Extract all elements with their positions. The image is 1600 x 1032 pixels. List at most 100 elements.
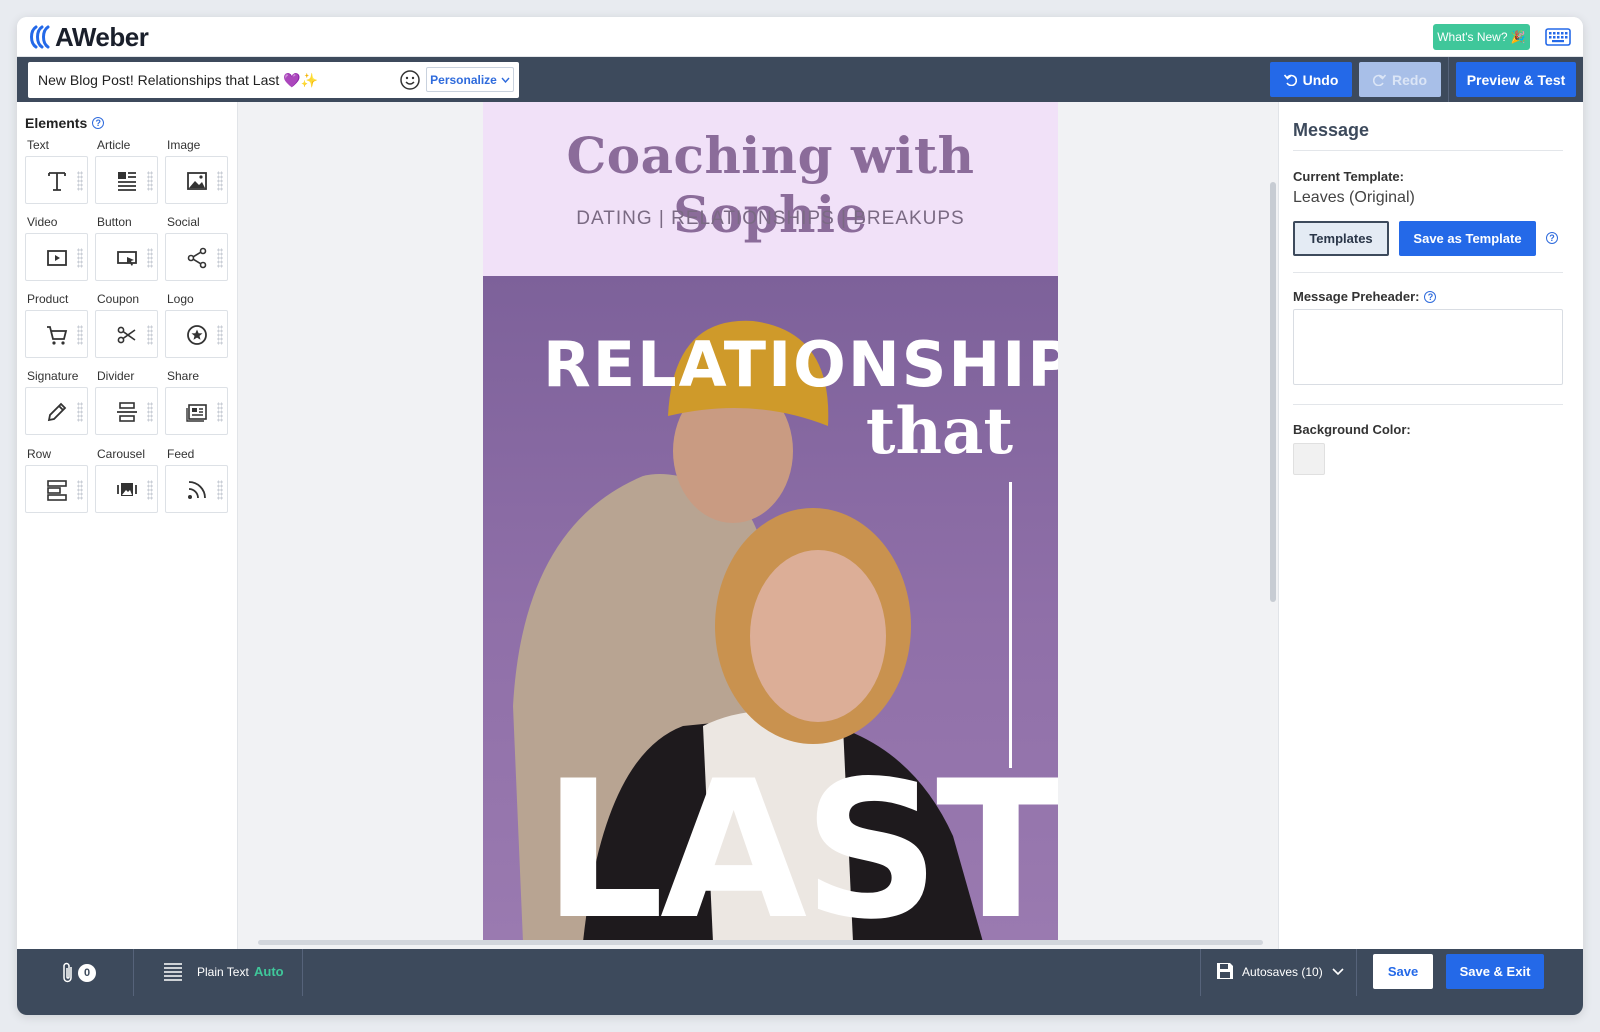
element-share[interactable]: Share bbox=[165, 369, 228, 441]
drag-handle[interactable] bbox=[147, 480, 153, 500]
drag-handle[interactable] bbox=[147, 402, 153, 422]
drag-handle[interactable] bbox=[77, 480, 83, 500]
templates-button[interactable]: Templates bbox=[1293, 221, 1389, 256]
element-coupon[interactable]: Coupon bbox=[95, 292, 158, 364]
element-tile[interactable] bbox=[25, 310, 88, 358]
whats-new-button[interactable]: What's New? 🎉 bbox=[1433, 24, 1530, 50]
personalize-dropdown[interactable]: Personalize bbox=[426, 67, 514, 92]
chevron-down-icon[interactable] bbox=[1332, 963, 1344, 981]
element-label: Social bbox=[167, 215, 200, 229]
scissors-icon bbox=[117, 326, 136, 344]
save-button[interactable]: Save bbox=[1373, 954, 1433, 989]
divider bbox=[1293, 404, 1563, 405]
drag-handle[interactable] bbox=[217, 402, 223, 422]
background-color-label: Background Color: bbox=[1293, 422, 1411, 437]
drag-handle[interactable] bbox=[217, 480, 223, 500]
horizontal-scrollbar[interactable] bbox=[258, 940, 1263, 945]
element-logo[interactable]: Logo bbox=[165, 292, 228, 364]
element-tile[interactable] bbox=[25, 233, 88, 281]
element-tile[interactable] bbox=[165, 310, 228, 358]
element-label: Signature bbox=[27, 369, 79, 383]
element-tile[interactable] bbox=[95, 233, 158, 281]
help-icon[interactable]: ? bbox=[1546, 232, 1558, 244]
element-tile[interactable] bbox=[95, 387, 158, 435]
help-icon[interactable]: ? bbox=[92, 117, 105, 129]
email-header-block[interactable]: Coaching with Sophie DATING | RELATIONSH… bbox=[483, 102, 1058, 276]
element-tile[interactable] bbox=[165, 156, 228, 204]
email-hero-image[interactable]: RELATIONSHIPS that LAST bbox=[483, 276, 1058, 942]
current-template-label-text: Current Template: bbox=[1293, 169, 1404, 184]
plain-text-icon[interactable] bbox=[162, 961, 184, 983]
preheader-textarea[interactable] bbox=[1293, 309, 1563, 385]
undo-button[interactable]: Undo bbox=[1270, 62, 1352, 97]
drag-handle[interactable] bbox=[147, 325, 153, 345]
element-divider[interactable]: Divider bbox=[95, 369, 158, 441]
background-color-swatch[interactable] bbox=[1293, 443, 1325, 475]
subject-field[interactable]: New Blog Post! Relationships that Last 💜… bbox=[28, 62, 519, 98]
subject-value[interactable]: New Blog Post! Relationships that Last 💜… bbox=[38, 72, 318, 89]
element-social[interactable]: Social bbox=[165, 215, 228, 287]
element-tile[interactable] bbox=[95, 310, 158, 358]
element-button[interactable]: Button bbox=[95, 215, 158, 287]
paperclip-icon[interactable] bbox=[61, 961, 75, 985]
undo-icon bbox=[1283, 73, 1297, 86]
save-disk-icon[interactable] bbox=[1215, 961, 1235, 981]
current-template-label: Current Template: bbox=[1293, 169, 1404, 184]
element-label: Button bbox=[97, 215, 132, 229]
background-color-label-text: Background Color: bbox=[1293, 422, 1411, 437]
element-tile[interactable] bbox=[165, 387, 228, 435]
plain-text-label[interactable]: Plain Text bbox=[197, 965, 249, 979]
element-tile[interactable] bbox=[25, 465, 88, 513]
element-article[interactable]: Article bbox=[95, 138, 158, 210]
element-tile[interactable] bbox=[25, 156, 88, 204]
drag-handle[interactable] bbox=[77, 171, 83, 191]
hero-text-last[interactable]: LAST bbox=[543, 756, 1058, 943]
element-tile[interactable] bbox=[95, 465, 158, 513]
redo-button[interactable]: Redo bbox=[1359, 62, 1441, 97]
drag-handle[interactable] bbox=[147, 248, 153, 268]
element-label: Divider bbox=[97, 369, 135, 383]
preview-test-button[interactable]: Preview & Test bbox=[1456, 62, 1576, 97]
email-canvas[interactable]: Coaching with Sophie DATING | RELATIONSH… bbox=[238, 102, 1278, 949]
element-row[interactable]: Row bbox=[25, 447, 88, 519]
emoji-icon[interactable] bbox=[399, 69, 421, 91]
element-tile[interactable] bbox=[165, 233, 228, 281]
element-tile[interactable] bbox=[25, 387, 88, 435]
hero-text-relationships[interactable]: RELATIONSHIPS bbox=[543, 328, 1058, 401]
element-carousel[interactable]: Carousel bbox=[95, 447, 158, 519]
aweber-logo[interactable]: AWeber bbox=[27, 22, 149, 52]
aweber-logo-icon bbox=[30, 25, 50, 49]
save-as-template-button[interactable]: Save as Template bbox=[1399, 221, 1536, 256]
element-label: Share bbox=[167, 369, 200, 383]
top-bar: AWeber What's New? 🎉 bbox=[17, 17, 1583, 57]
element-text[interactable]: Text bbox=[25, 138, 88, 210]
drag-handle[interactable] bbox=[77, 325, 83, 345]
app-window: AWeber What's New? 🎉 New Blog Post! Rela… bbox=[17, 17, 1583, 1015]
drag-handle[interactable] bbox=[217, 325, 223, 345]
element-feed[interactable]: Feed bbox=[165, 447, 228, 519]
drag-handle[interactable] bbox=[147, 171, 153, 191]
element-signature[interactable]: Signature bbox=[25, 369, 88, 441]
element-video[interactable]: Video bbox=[25, 215, 88, 287]
element-image[interactable]: Image bbox=[165, 138, 228, 210]
keyboard-icon[interactable] bbox=[1545, 26, 1571, 48]
drag-handle[interactable] bbox=[77, 248, 83, 268]
element-tile[interactable] bbox=[165, 465, 228, 513]
element-tile[interactable] bbox=[95, 156, 158, 204]
drag-handle[interactable] bbox=[217, 248, 223, 268]
plain-text-mode[interactable]: Auto bbox=[254, 964, 284, 979]
vertical-scrollbar[interactable] bbox=[1270, 182, 1276, 602]
autosaves-label[interactable]: Autosaves (10) bbox=[1242, 965, 1323, 979]
message-panel: Message Current Template: Leaves (Origin… bbox=[1278, 102, 1583, 949]
hero-text-that[interactable]: that bbox=[783, 394, 1013, 469]
element-product[interactable]: Product bbox=[25, 292, 88, 364]
email-header-subtitle[interactable]: DATING | RELATIONSHIPS | BREAKUPS bbox=[483, 208, 1058, 230]
divider bbox=[1293, 150, 1563, 151]
email-preview[interactable]: Coaching with Sophie DATING | RELATIONSH… bbox=[483, 102, 1058, 942]
drag-handle[interactable] bbox=[77, 402, 83, 422]
drag-handle[interactable] bbox=[217, 171, 223, 191]
undo-label: Undo bbox=[1302, 71, 1339, 88]
video-icon bbox=[47, 250, 67, 266]
help-icon[interactable]: ? bbox=[1424, 290, 1437, 303]
save-exit-button[interactable]: Save & Exit bbox=[1446, 954, 1544, 989]
